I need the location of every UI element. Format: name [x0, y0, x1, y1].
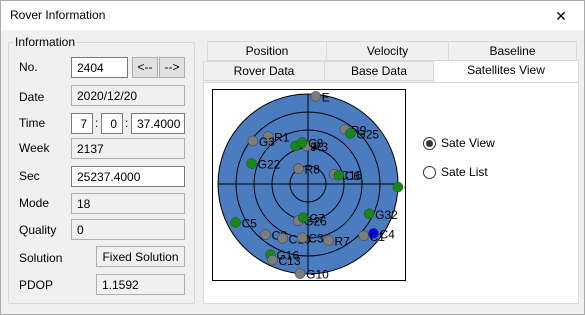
tab-baseline[interactable]: Baseline	[448, 41, 577, 61]
sate-list-radio[interactable]: Sate List	[423, 165, 488, 179]
satellite-marker-g10	[294, 268, 306, 279]
satellite-label-g22: G22	[258, 157, 281, 171]
satellite-marker-g25	[345, 128, 356, 139]
solution-field: Fixed Solution	[96, 246, 185, 267]
title-bar: Rover Information ✕	[1, 1, 584, 31]
satellite-marker-c	[392, 181, 404, 193]
satellites-view-panel: ER9G25R1G3C9R3C8G22R8C16C6CG32C4C1C5C2G2…	[203, 82, 579, 304]
satellite-label-c: C	[404, 181, 405, 195]
satellite-label-c1: C1	[370, 230, 386, 244]
satellite-marker-c2	[260, 229, 271, 240]
satellite-label-g32: G32	[375, 208, 398, 222]
quality-field: 0	[71, 219, 185, 240]
no-input[interactable]: 2404	[71, 57, 128, 78]
satellite-marker-c13	[267, 254, 278, 266]
mode-field: 18	[71, 193, 185, 214]
satellite-label-r1: R1	[274, 131, 290, 145]
sate-list-label: Sate List	[441, 165, 488, 179]
information-group-label: Information	[13, 35, 78, 49]
close-icon: ✕	[555, 7, 567, 24]
sky-plot: ER9G25R1G3C9R3C8G22R8C16C6CG32C4C1C5C2G2…	[217, 90, 405, 280]
quality-label: Quality	[19, 223, 57, 237]
date-label: Date	[19, 90, 45, 104]
satellite-label-g3: G3	[259, 135, 275, 149]
satellite-label-c8: C8	[308, 136, 324, 150]
next-button[interactable]: -->	[159, 57, 185, 78]
sec-label: Sec	[19, 169, 40, 183]
sec-input[interactable]: 25237.4000	[71, 166, 185, 187]
satellite-label-e: E	[322, 90, 330, 104]
solution-label: Solution	[19, 251, 63, 265]
pdop-field: 1.1592	[96, 274, 185, 295]
tab-satellites-view[interactable]: Satellites View	[433, 60, 579, 82]
satellite-marker-c8	[296, 137, 308, 148]
satellite-marker-g32	[363, 208, 375, 220]
satellite-marker-g3	[247, 135, 259, 147]
pdop-label: PDOP	[19, 278, 54, 292]
satellite-marker-g22	[246, 158, 257, 169]
time-separator: :	[95, 116, 99, 130]
time-hour-input[interactable]: 7	[71, 113, 93, 134]
satellite-marker-e	[310, 91, 321, 102]
sky-plot-frame: ER9G25R1G3C9R3C8G22R8C16C6CG32C4C1C5C2G2…	[212, 89, 406, 281]
satellite-label-g25: G25	[356, 127, 379, 141]
time-separator: :	[125, 116, 129, 130]
satellite-marker-r8	[293, 163, 304, 174]
satellite-label-c6: C6	[345, 169, 361, 183]
sate-view-radio[interactable]: Sate View	[423, 136, 495, 150]
satellite-label-c7: C7	[309, 212, 325, 226]
time-label: Time	[19, 116, 46, 130]
satellite-marker-c7	[298, 212, 309, 223]
satellite-marker-c10	[277, 233, 288, 244]
tab-rover-data[interactable]: Rover Data	[203, 61, 325, 81]
rover-information-window: Rover Information ✕ Information No. 2404…	[0, 0, 585, 315]
week-field: 2137	[71, 138, 185, 159]
radio-unselected-icon	[423, 165, 436, 179]
satellite-label-c13: C13	[279, 254, 301, 268]
satellite-marker-c1	[358, 230, 369, 242]
date-field: 2020/12/20	[71, 85, 185, 106]
prev-button[interactable]: <--	[132, 57, 158, 78]
satellite-marker-c3	[297, 232, 308, 243]
tab-velocity[interactable]: Velocity	[326, 41, 449, 61]
satellite-marker-c6	[333, 169, 345, 181]
tab-position[interactable]: Position	[207, 41, 327, 61]
satellite-label-r8: R8	[304, 163, 320, 177]
satellite-marker-c5	[230, 217, 241, 228]
satellite-marker-r7	[323, 235, 334, 246]
window-title: Rover Information	[10, 8, 106, 22]
tab-control: Position Velocity Baseline Rover Data Ba…	[203, 41, 579, 304]
time-minute-input[interactable]: 0	[101, 113, 123, 134]
radio-selected-icon	[423, 136, 436, 150]
satellite-label-r7: R7	[335, 234, 351, 248]
satellite-label-g10: G10	[306, 268, 329, 280]
mode-label: Mode	[19, 196, 50, 210]
satellite-label-c5: C5	[242, 216, 258, 230]
week-label: Week	[19, 141, 50, 155]
time-second-input[interactable]: 37.4000	[131, 113, 185, 134]
close-button[interactable]: ✕	[538, 1, 584, 31]
tab-base-data[interactable]: Base Data	[324, 61, 434, 81]
sate-view-label: Sate View	[441, 136, 495, 150]
no-label: No.	[19, 60, 38, 74]
satellite-label-c3: C3	[308, 232, 324, 246]
